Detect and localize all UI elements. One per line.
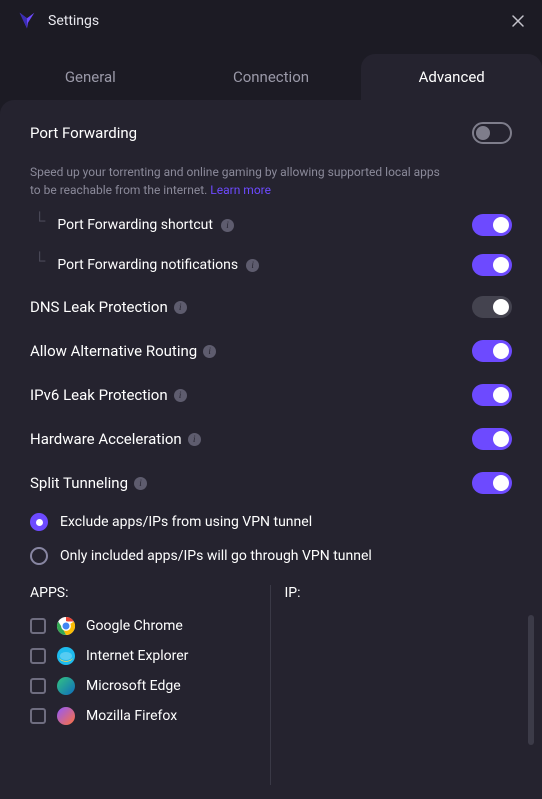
- app-checkbox[interactable]: [30, 618, 46, 634]
- scrollbar[interactable]: [528, 615, 534, 745]
- pf-notifications-toggle[interactable]: [472, 254, 512, 276]
- app-name: Mozilla Firefox: [86, 708, 177, 724]
- app-list: Google Chrome Internet Explorer Microsoft …: [30, 611, 258, 785]
- dns-leak-label: DNS Leak Protection: [30, 298, 168, 316]
- radio-icon: [30, 513, 48, 531]
- split-mode-exclude-label: Exclude apps/IPs from using VPN tunnel: [60, 514, 312, 530]
- hw-accel-label: Hardware Acceleration: [30, 430, 182, 448]
- port-forwarding-label: Port Forwarding: [30, 124, 137, 142]
- split-mode-include[interactable]: Only included apps/IPs will go through V…: [30, 539, 512, 573]
- pf-shortcut-label: Port Forwarding shortcut: [57, 217, 213, 233]
- app-icon: [56, 646, 76, 666]
- app-name: Microsoft Edge: [86, 678, 181, 694]
- info-icon[interactable]: i: [134, 477, 147, 490]
- split-mode-exclude[interactable]: Exclude apps/IPs from using VPN tunnel: [30, 505, 512, 539]
- app-row: Google Chrome: [30, 611, 258, 641]
- split-mode-include-label: Only included apps/IPs will go through V…: [60, 548, 372, 564]
- app-name: Google Chrome: [86, 618, 183, 634]
- info-icon[interactable]: i: [221, 219, 234, 232]
- tree-elbow-icon: └: [34, 251, 45, 271]
- hw-accel-toggle[interactable]: [472, 428, 512, 450]
- ip-header: IP:: [285, 585, 513, 601]
- app-icon: [56, 676, 76, 696]
- tabs: General Connection Advanced: [0, 54, 542, 100]
- app-checkbox[interactable]: [30, 708, 46, 724]
- split-tunneling-label: Split Tunneling: [30, 474, 128, 492]
- tab-general[interactable]: General: [0, 54, 181, 100]
- pf-shortcut-toggle[interactable]: [472, 214, 512, 236]
- pf-notifications-label: Port Forwarding notifications: [57, 257, 238, 273]
- app-icon: [56, 706, 76, 726]
- alt-routing-toggle[interactable]: [472, 340, 512, 362]
- tree-elbow-icon: └: [34, 211, 45, 231]
- port-forwarding-desc: Speed up your torrenting and online gami…: [30, 163, 450, 199]
- info-icon[interactable]: i: [246, 259, 259, 272]
- apps-column: APPS: Google Chrome Internet Explorer Micr…: [30, 585, 271, 785]
- app-row: Mozilla Firefox: [30, 701, 258, 731]
- info-icon[interactable]: i: [203, 345, 216, 358]
- window-title: Settings: [48, 13, 500, 29]
- app-row: Internet Explorer: [30, 641, 258, 671]
- footer: Add App: [30, 791, 512, 799]
- titlebar: Settings: [0, 0, 542, 38]
- port-forwarding-toggle[interactable]: [472, 122, 512, 144]
- split-tunneling-toggle[interactable]: [472, 472, 512, 494]
- app-row: Microsoft Edge: [30, 671, 258, 701]
- ip-column: IP:: [271, 585, 513, 785]
- dns-leak-toggle[interactable]: [472, 296, 512, 318]
- radio-icon: [30, 547, 48, 565]
- app-checkbox[interactable]: [30, 648, 46, 664]
- app-checkbox[interactable]: [30, 678, 46, 694]
- tab-connection[interactable]: Connection: [181, 54, 362, 100]
- alt-routing-label: Allow Alternative Routing: [30, 342, 197, 360]
- ipv6-leak-label: IPv6 Leak Protection: [30, 386, 168, 404]
- app-icon: [56, 616, 76, 636]
- split-columns: APPS: Google Chrome Internet Explorer Micr…: [30, 585, 512, 785]
- info-icon[interactable]: i: [174, 301, 187, 314]
- info-icon[interactable]: i: [174, 389, 187, 402]
- info-icon[interactable]: i: [188, 433, 201, 446]
- app-name: Internet Explorer: [86, 648, 188, 664]
- ipv6-leak-toggle[interactable]: [472, 384, 512, 406]
- tab-advanced[interactable]: Advanced: [361, 54, 542, 100]
- close-icon[interactable]: [510, 13, 526, 29]
- learn-more-link[interactable]: Learn more: [210, 183, 271, 197]
- app-logo-icon: [16, 10, 38, 32]
- tab-content-advanced: Port Forwarding Speed up your torrenting…: [0, 100, 542, 799]
- apps-header: APPS:: [30, 585, 258, 601]
